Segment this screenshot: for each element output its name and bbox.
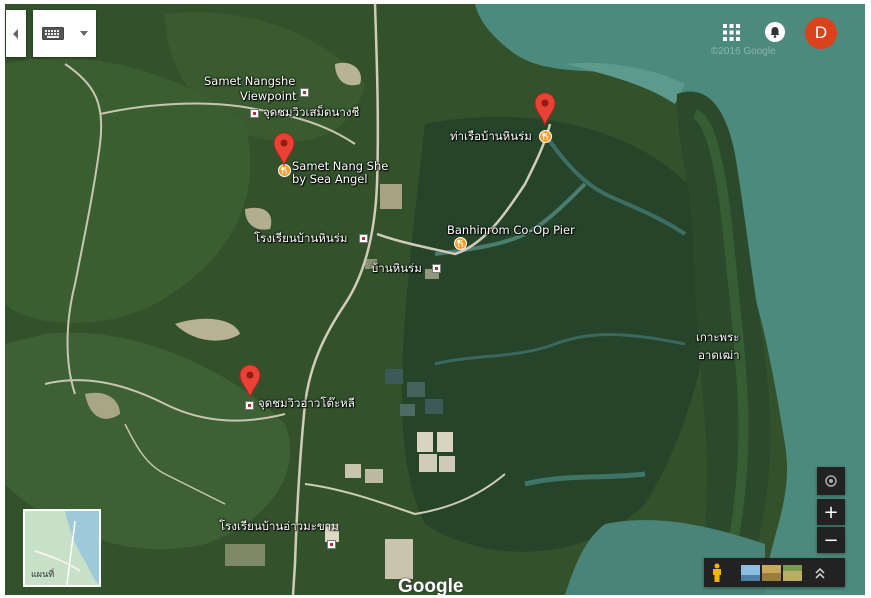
hotel-icon[interactable] bbox=[432, 264, 441, 273]
label-pier-th[interactable]: ท่าเรือบ้านหินร่ม bbox=[450, 130, 532, 143]
google-logo: Google bbox=[398, 576, 464, 595]
label-school-hinrom[interactable]: โรงเรียนบ้านหินร่ม bbox=[254, 232, 348, 245]
restaurant-icon[interactable] bbox=[539, 130, 552, 143]
street-view-strip[interactable] bbox=[704, 558, 845, 587]
label-ko-phra-2[interactable]: อาดเฒ่า bbox=[698, 349, 740, 362]
collapse-panel-button[interactable] bbox=[6, 10, 26, 57]
label-samet-sea-angel-2[interactable]: by Sea Angel bbox=[292, 173, 368, 186]
zoom-in-button[interactable]: + bbox=[817, 499, 845, 525]
pegman-icon[interactable] bbox=[711, 563, 723, 583]
restaurant-icon[interactable] bbox=[454, 237, 467, 250]
double-chevron-up-icon[interactable] bbox=[815, 567, 825, 579]
label-ko-phra[interactable]: เกาะพระ bbox=[696, 331, 739, 344]
viewpoint-icon[interactable] bbox=[245, 401, 254, 410]
label-school-ao-makham[interactable]: โรงเรียนบ้านอ่าวมะขาม bbox=[219, 520, 339, 533]
account-avatar[interactable]: D bbox=[805, 17, 837, 49]
label-samet-nangshe-viewpoint-en[interactable]: Samet Nangshe bbox=[204, 75, 295, 88]
minimap-label: แผนที่ bbox=[31, 570, 55, 580]
map-type-toggle[interactable]: แผนที่ bbox=[23, 509, 101, 587]
label-viewpoint-en[interactable]: Viewpoint bbox=[240, 90, 297, 103]
my-location-button[interactable] bbox=[817, 467, 845, 495]
map-pin-icon[interactable] bbox=[239, 364, 261, 398]
viewpoint-icon[interactable] bbox=[250, 109, 259, 118]
map-watermark: ©2016 Google bbox=[711, 46, 776, 57]
caret-down-icon[interactable] bbox=[80, 31, 88, 36]
keyboard-icon bbox=[42, 27, 64, 40]
input-tools-button[interactable] bbox=[33, 10, 96, 57]
chevron-left-icon bbox=[13, 28, 18, 39]
label-co-op-pier[interactable]: Banhinrom Co-Op Pier bbox=[447, 224, 575, 237]
imagery-thumbnails[interactable] bbox=[741, 564, 803, 581]
label-ao-to-li-viewpoint[interactable]: จุดชมวิวอ่าวโต๊ะหลี bbox=[258, 397, 355, 410]
map-pin-icon[interactable] bbox=[534, 92, 556, 126]
my-location-icon bbox=[825, 475, 837, 487]
label-samet-nangshe-viewpoint-th[interactable]: จุดชมวิวเสม็ดนางชี bbox=[263, 106, 359, 119]
label-village-hinrom[interactable]: บ้านหินร่ม bbox=[371, 262, 422, 275]
school-icon[interactable] bbox=[327, 540, 336, 549]
bell-icon[interactable] bbox=[765, 22, 785, 42]
viewpoint-icon[interactable] bbox=[300, 88, 309, 97]
map-canvas[interactable]: ©2016 Google Samet Nangshe Viewpoint จุด… bbox=[5, 4, 865, 595]
apps-grid-icon[interactable] bbox=[723, 24, 740, 41]
school-icon[interactable] bbox=[359, 234, 368, 243]
satellite-imagery bbox=[5, 4, 865, 595]
zoom-out-button[interactable]: − bbox=[817, 527, 845, 553]
map-pin-icon[interactable] bbox=[273, 132, 295, 166]
